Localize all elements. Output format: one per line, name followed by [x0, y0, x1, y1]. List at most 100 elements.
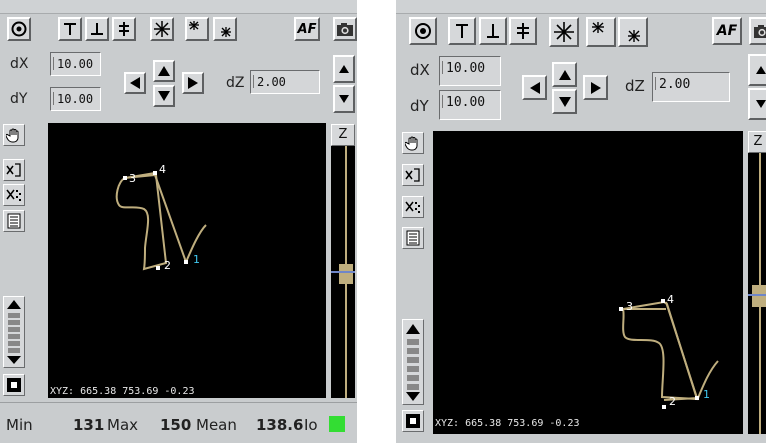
mean-value: 138.6	[256, 416, 304, 434]
star-down-button[interactable]	[618, 17, 648, 47]
camera-icon	[754, 25, 766, 38]
image-view[interactable]: 3 4 1 2 XYZ: 665.38 753.69 -0.23	[433, 131, 743, 434]
trace-point[interactable]	[619, 307, 623, 311]
bottom-button[interactable]	[85, 17, 109, 41]
arrow-right-button[interactable]	[583, 75, 608, 100]
dz-label: dZ	[226, 75, 245, 91]
z-slider[interactable]	[331, 146, 355, 398]
dy-field[interactable]: 10.00	[439, 90, 501, 120]
dx-label: dX	[410, 61, 430, 79]
trace-point[interactable]	[695, 396, 699, 400]
arrow-down-button[interactable]	[552, 89, 577, 114]
arrow-left-button[interactable]	[522, 75, 547, 100]
autofocus-button[interactable]: AF	[294, 17, 320, 41]
pan-tool-button[interactable]	[402, 132, 424, 154]
dz-field[interactable]: 2.00	[250, 70, 320, 94]
star-up-icon	[189, 21, 199, 30]
delete-point-button[interactable]	[402, 164, 424, 186]
star-button[interactable]	[150, 17, 174, 41]
pan-tool-button[interactable]	[3, 124, 25, 146]
max-label: Max	[107, 416, 139, 434]
snapshot-button[interactable]	[333, 17, 357, 41]
dy-field[interactable]: 10.00	[50, 87, 101, 111]
bottom-bar-icon	[91, 23, 103, 35]
io-label: Io	[304, 416, 318, 434]
scatter-button[interactable]	[402, 196, 424, 218]
arrow-down-button[interactable]	[153, 85, 175, 107]
scatter-icon	[6, 189, 21, 201]
point-label-3: 3	[626, 300, 633, 313]
trace-curve	[621, 300, 699, 401]
center-button[interactable]	[7, 17, 31, 41]
list-icon	[7, 213, 21, 229]
bottom-button[interactable]	[479, 17, 507, 45]
scatter-button[interactable]	[3, 184, 25, 206]
z-up-button[interactable]	[333, 55, 355, 83]
zoom-scrollbar[interactable]	[402, 319, 424, 405]
arrow-up-button[interactable]	[552, 62, 577, 87]
star-up-button[interactable]	[586, 17, 616, 47]
z-down-button[interactable]	[748, 88, 766, 120]
star-down-icon	[628, 30, 640, 42]
trace-point[interactable]	[156, 266, 160, 270]
zoom-scroll-graphic	[7, 300, 21, 364]
z-down-icon	[339, 95, 349, 103]
trace-point[interactable]	[123, 176, 127, 180]
zoom-scroll-graphic	[406, 324, 420, 401]
image-view[interactable]: 3 4 1 2 XYZ: 665.38 753.69 -0.23	[48, 123, 326, 398]
point-label-2: 2	[164, 259, 171, 272]
star-up-button[interactable]	[185, 17, 209, 41]
trace-point[interactable]	[184, 260, 188, 264]
double-bar-button[interactable]	[112, 17, 136, 41]
star-down-button[interactable]	[213, 17, 237, 41]
z-header: Z	[331, 124, 355, 146]
z-up-button[interactable]	[748, 54, 766, 86]
delete-point-button[interactable]	[3, 159, 25, 181]
trace-point[interactable]	[661, 299, 665, 303]
snapshot-button[interactable]	[749, 17, 766, 45]
star-icon	[554, 22, 574, 42]
list-button[interactable]	[402, 227, 424, 249]
dx-field[interactable]: 10.00	[439, 56, 501, 86]
point-label-1: 1	[703, 388, 710, 401]
star-up-icon	[592, 22, 604, 33]
trace-point[interactable]	[153, 171, 157, 175]
center-button[interactable]	[409, 17, 437, 45]
arrow-left-button[interactable]	[124, 72, 146, 94]
list-button[interactable]	[3, 210, 25, 232]
trace-segment	[665, 301, 698, 399]
top-bar-icon	[64, 23, 76, 35]
top-bar-icon	[456, 24, 468, 38]
point-label-1: 1	[193, 253, 200, 266]
dx-field[interactable]: 10.00	[50, 52, 101, 76]
max-value: 150	[160, 416, 192, 434]
arrow-right-button[interactable]	[182, 72, 204, 94]
autofocus-button[interactable]: AF	[712, 17, 742, 45]
hand-icon	[6, 128, 19, 143]
arrow-up-button[interactable]	[153, 60, 175, 82]
window-top-edge	[0, 0, 357, 14]
zoom-scrollbar[interactable]	[3, 296, 25, 368]
double-bar-button[interactable]	[509, 17, 537, 45]
scatter-icon	[405, 201, 420, 213]
top-button[interactable]	[58, 17, 82, 41]
arrow-down-icon	[558, 96, 571, 107]
stop-button[interactable]	[402, 410, 424, 432]
xyz-readout: XYZ: 665.38 753.69 -0.23	[435, 418, 580, 429]
stop-icon	[406, 414, 420, 428]
trace-point[interactable]	[662, 405, 666, 409]
dx-label: dX	[10, 56, 29, 72]
star-button[interactable]	[549, 17, 579, 47]
z-down-button[interactable]	[333, 85, 355, 113]
z-slider-handle[interactable]	[339, 264, 353, 284]
autofocus-label: AF	[297, 21, 317, 37]
camera-icon	[337, 23, 353, 36]
autofocus-label: AF	[716, 23, 738, 39]
top-button[interactable]	[448, 17, 476, 45]
z-slider[interactable]	[748, 153, 766, 434]
bottom-bar-icon	[487, 24, 499, 38]
status-indicator	[329, 416, 345, 432]
dz-field[interactable]: 2.00	[652, 72, 730, 102]
arrow-up-icon	[158, 66, 170, 76]
stop-button[interactable]	[3, 374, 25, 396]
